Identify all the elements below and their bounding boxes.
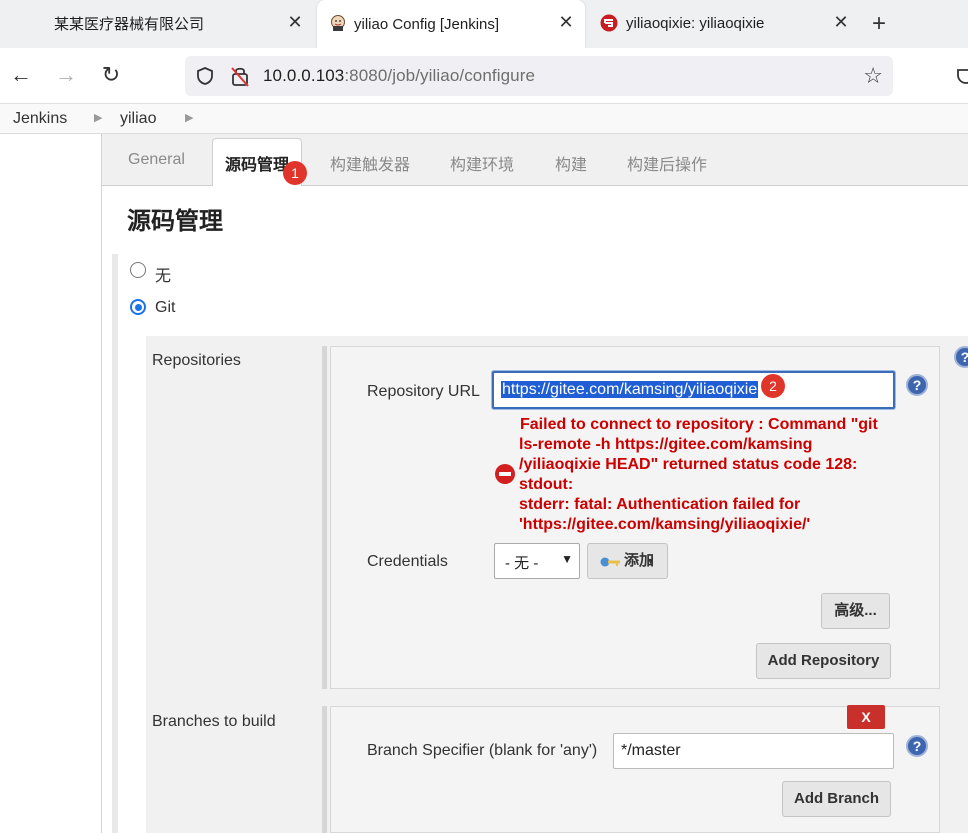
error-line: stderr: fatal: Authentication failed for	[519, 496, 801, 513]
error-line: ls-remote -h https://gitee.com/kamsing	[519, 436, 813, 453]
dropdown-arrow-icon: ▼	[646, 556, 655, 566]
branches-bar	[322, 706, 327, 833]
breadcrumb-yiliao[interactable]: yiliao	[120, 110, 156, 128]
chevron-down-icon: ▼	[561, 552, 573, 566]
browser-tab-gitee[interactable]: yiliaoqixie: yiliaoqixie ✕	[590, 0, 860, 46]
credentials-label: Credentials	[367, 553, 448, 570]
tab-build-triggers[interactable]: 构建触发器	[330, 151, 410, 175]
repository-url-value: https://gitee.com/kamsing/yiliaoqixie	[501, 381, 759, 398]
tab-post-build[interactable]: 构建后操作	[627, 151, 707, 175]
breadcrumb: Jenkins ▶ yiliao ▶	[0, 104, 968, 134]
config-tabs: General 源码管理 1 构建触发器 构建环境 构建 构建后操作	[102, 134, 968, 187]
new-tab-plus-icon[interactable]: +	[872, 10, 886, 38]
tab-label: 源码管理	[225, 157, 290, 174]
browser-tab-company[interactable]: 某某医疗器械有限公司 ✕	[0, 0, 314, 46]
advanced-button[interactable]: 高级...	[821, 593, 890, 629]
branch-specifier-label: Branch Specifier (blank for 'any')	[367, 742, 598, 759]
bookmark-star-icon[interactable]: ☆	[863, 63, 883, 89]
url-text[interactable]: 10.0.0.103:8080/job/yiliao/configure	[263, 66, 535, 86]
jenkins-favicon-icon	[331, 15, 345, 31]
repository-url-label: Repository URL	[367, 383, 480, 400]
tab-title: 某某医疗器械有限公司	[54, 15, 205, 33]
tab-build[interactable]: 构建	[555, 151, 587, 175]
git-options-block: Repositories Repository URL https://gite…	[146, 336, 968, 833]
radio-git-label[interactable]: Git	[155, 299, 175, 317]
address-bar[interactable]: 10.0.0.103:8080/job/yiliao/configure ☆	[185, 56, 893, 96]
annotation-badge-2: 2	[761, 374, 785, 398]
radio-none[interactable]	[130, 262, 146, 278]
repository-panel: Repository URL https://gitee.com/kamsing…	[330, 346, 940, 689]
repositories-bar	[322, 346, 327, 689]
browser-nav-bar: ← → ↻ 10.0.0.103:8080/job/yiliao/configu…	[0, 48, 968, 104]
branches-to-build-label: Branches to build	[152, 713, 276, 730]
url-host: 10.0.0.103	[263, 66, 345, 85]
connection-error-message: Failed to connect to repository : Comman…	[519, 415, 909, 535]
tab-title: yiliao Config [Jenkins]	[354, 15, 500, 33]
close-tab-icon[interactable]: ✕	[557, 13, 575, 31]
section-border	[112, 254, 118, 833]
section-title: 源码管理	[127, 208, 223, 235]
chevron-right-icon: ▶	[94, 112, 103, 124]
insecure-lock-icon[interactable]	[230, 65, 250, 87]
close-tab-icon[interactable]: ✕	[832, 13, 850, 31]
repository-url-input[interactable]: https://gitee.com/kamsing/yiliaoqixie	[492, 371, 895, 409]
error-line: 'https://gitee.com/kamsing/yiliaoqixie/'	[519, 516, 811, 533]
browser-tab-bar: 某某医疗器械有限公司 ✕ yiliao Config [Jenkins] ✕ y…	[0, 0, 968, 48]
close-tab-icon[interactable]: ✕	[286, 13, 304, 31]
help-icon[interactable]: ?	[906, 374, 928, 396]
chevron-right-icon: ▶	[185, 112, 194, 124]
add-repository-button[interactable]: Add Repository	[756, 643, 891, 679]
gitee-favicon-icon	[600, 14, 618, 32]
tab-build-environment[interactable]: 构建环境	[450, 151, 514, 175]
browser-tab-jenkins-config[interactable]: yiliao Config [Jenkins] ✕	[317, 0, 585, 48]
error-line: /yiliaoqixie HEAD" returned status code …	[519, 456, 858, 473]
forward-arrow-icon[interactable]: →	[53, 62, 79, 88]
back-arrow-icon[interactable]: ←	[8, 62, 34, 88]
radio-git[interactable]	[130, 299, 146, 315]
reload-icon[interactable]: ↻	[98, 62, 124, 88]
remove-branch-button[interactable]: X	[847, 705, 885, 729]
radio-none-label[interactable]: 无	[155, 262, 171, 286]
tab-general[interactable]: General	[128, 151, 185, 169]
error-line: Failed to connect to repository : Comman…	[520, 416, 878, 433]
error-line: stdout:	[519, 476, 574, 493]
branch-specifier-value: */master	[621, 742, 681, 759]
add-credentials-button[interactable]: 添加 ▼	[587, 543, 668, 579]
shield-icon[interactable]	[195, 66, 215, 86]
pocket-icon[interactable]	[956, 66, 968, 86]
sidebar	[0, 134, 102, 833]
annotation-badge-1: 1	[283, 161, 307, 185]
branch-specifier-input[interactable]: */master	[613, 733, 894, 769]
error-icon	[495, 464, 515, 484]
breadcrumb-jenkins[interactable]: Jenkins	[13, 110, 67, 128]
add-branch-button[interactable]: Add Branch	[782, 781, 891, 817]
branch-panel: X Branch Specifier (blank for 'any') */m…	[330, 705, 940, 833]
tab-title: yiliaoqixie: yiliaoqixie	[626, 14, 765, 32]
url-path: :8080/job/yiliao/configure	[344, 66, 536, 85]
help-icon[interactable]: ?	[906, 735, 928, 757]
repositories-label: Repositories	[152, 352, 241, 369]
key-icon	[600, 557, 620, 567]
credentials-select[interactable]: - 无 - ▼	[494, 543, 580, 579]
main-content: 源码管理 无 Git Repositories Repository URL h…	[102, 186, 968, 833]
credentials-selected-value: - 无 -	[505, 555, 539, 572]
